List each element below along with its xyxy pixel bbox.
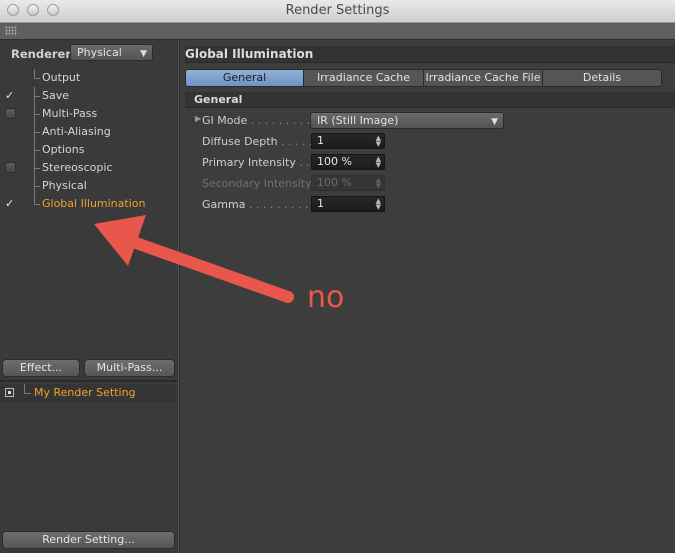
arrow-shaft: [116, 232, 294, 303]
annotation-arrow: [94, 215, 294, 303]
annotation-text: no: [307, 280, 345, 315]
